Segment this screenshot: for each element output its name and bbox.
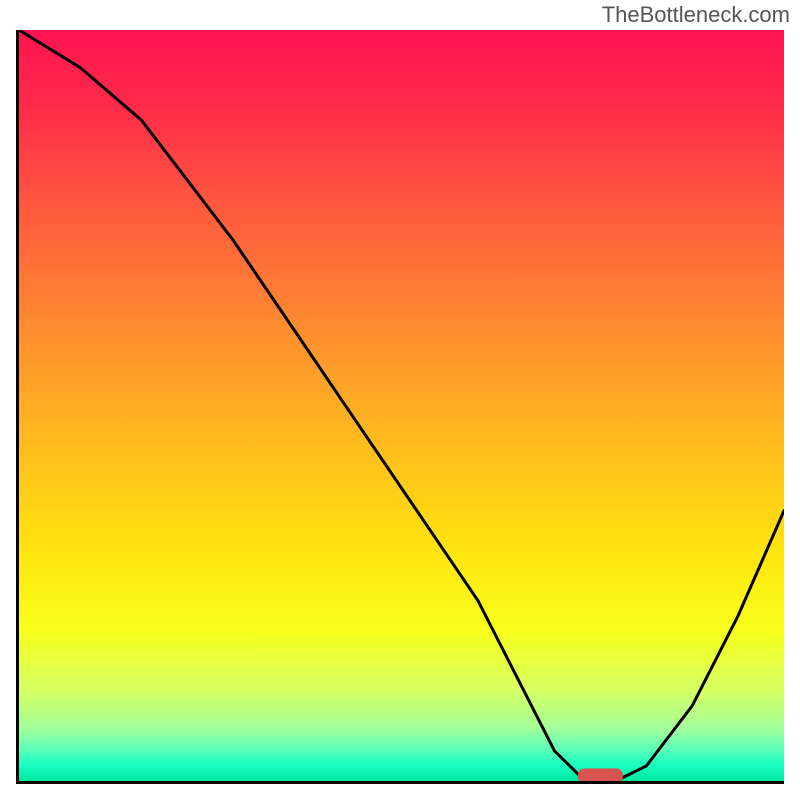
curve-overlay (19, 30, 784, 781)
optimum-marker (579, 769, 623, 781)
chart-container: TheBottleneck.com (0, 0, 800, 800)
watermark-text: TheBottleneck.com (602, 2, 790, 28)
bottleneck-curve (19, 30, 784, 781)
plot-area (16, 30, 784, 784)
